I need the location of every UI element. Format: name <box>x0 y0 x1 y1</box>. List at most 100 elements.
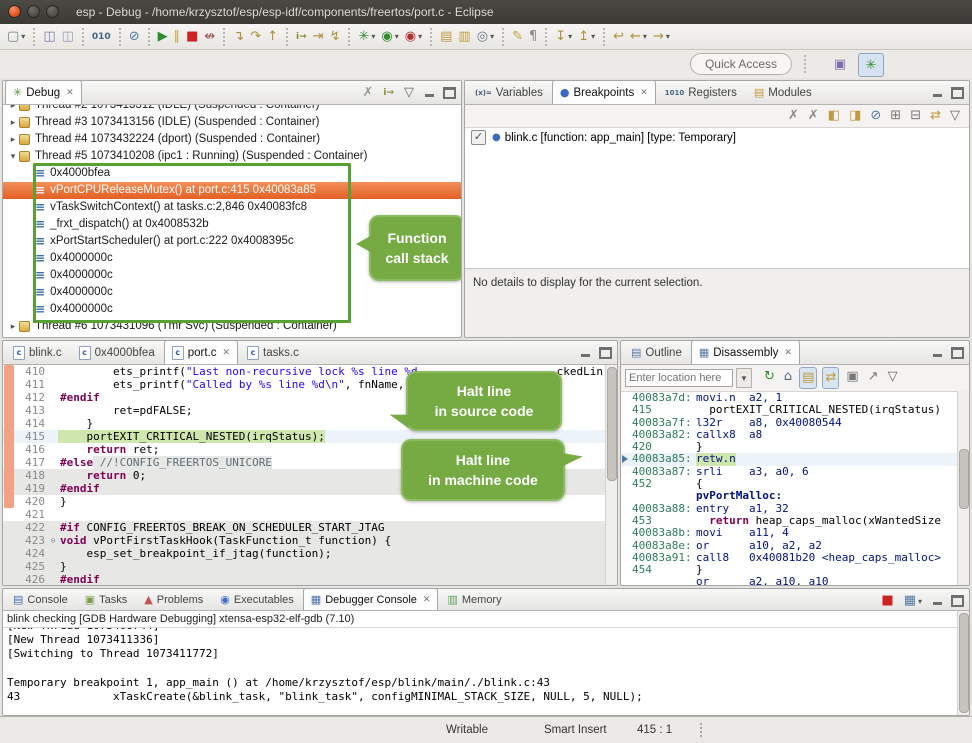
window-maximize-icon[interactable] <box>46 5 59 18</box>
stack-frame-row[interactable]: ≡0x4000bfea <box>3 165 461 182</box>
collapse-all-icon[interactable]: ⊟ <box>908 106 923 126</box>
collapsed-twistie-icon[interactable]: ▸ <box>7 131 19 148</box>
maximize-view-icon[interactable] <box>597 345 613 361</box>
dropdown-arrow-icon[interactable]: ▾ <box>591 32 595 41</box>
thread-row[interactable]: ▾Thread #5 1073410208 (ipc1 : Running) (… <box>3 148 461 165</box>
home-icon[interactable]: ⌂ <box>782 367 794 387</box>
line-number[interactable]: 421 <box>17 508 48 521</box>
scrollbar-thumb[interactable] <box>959 613 969 713</box>
line-number[interactable]: 419 <box>17 482 48 495</box>
disasm-line[interactable]: pvPortMalloc: <box>621 490 969 502</box>
terminate-console-icon[interactable]: ■ <box>879 591 895 611</box>
maximize-view-icon[interactable] <box>949 345 965 361</box>
view-menu-icon[interactable]: ▽ <box>948 106 962 126</box>
instruction-stepping-icon[interactable]: i→ <box>294 27 309 47</box>
disasm-line[interactable]: 40083a91:call8 0x40081b20 <heap_caps_mal… <box>621 552 969 564</box>
search-icon[interactable]: ◎▾ <box>475 27 496 47</box>
tab-blink-c[interactable]: cblink.c <box>5 340 70 364</box>
window-close-icon[interactable] <box>8 5 21 18</box>
disassembly-listing[interactable]: 40083a7d:movi.n a2, 1415 portEXIT_CRITIC… <box>621 392 969 586</box>
step-into-icon[interactable]: ↴ <box>231 27 246 47</box>
dropdown-arrow-icon[interactable]: ▾ <box>21 32 25 41</box>
thread-row[interactable]: ▸Thread #2 1073413312 (IDLE) (Suspended … <box>3 105 461 114</box>
drop-to-frame-icon[interactable]: ⇥ <box>311 27 326 47</box>
window-minimize-icon[interactable] <box>27 5 40 18</box>
tab-breakpoints[interactable]: ●Breakpoints✕ <box>552 80 656 104</box>
collapsed-twistie-icon[interactable]: ▸ <box>7 114 19 131</box>
tab-variables[interactable]: (x)=Variables <box>467 80 551 104</box>
console-scrollbar[interactable] <box>957 611 969 715</box>
close-tab-icon[interactable]: ✕ <box>223 347 231 358</box>
breakpoints-list[interactable]: ✓ ● blink.c [function: app_main] [type: … <box>465 128 969 268</box>
console-output[interactable]: [New Thread 1073468744][New Thread 10734… <box>3 628 969 716</box>
line-number[interactable]: 426 <box>17 573 48 586</box>
code-line[interactable]: 424 esp_set_breakpoint_if_jtag(function)… <box>3 547 617 560</box>
go-to-file-icon[interactable]: ◨ <box>847 106 863 126</box>
open-resource-icon[interactable]: ▥ <box>456 27 472 47</box>
tab-0x4000bfea[interactable]: c0x4000bfea <box>71 340 163 364</box>
disassembly-scrollbar[interactable] <box>957 391 969 585</box>
tab-outline[interactable]: ▤Outline <box>623 340 690 364</box>
previous-annotation-icon[interactable]: ↥▾ <box>576 27 597 47</box>
line-number[interactable]: 411 <box>17 378 48 391</box>
close-tab-icon[interactable]: ✕ <box>66 87 74 98</box>
tab-port-c[interactable]: cport.c✕ <box>164 340 238 364</box>
minimize-view-icon[interactable] <box>421 85 437 101</box>
forward-icon[interactable]: →▾ <box>651 27 672 47</box>
external-tools-icon[interactable]: ◉▾ <box>403 27 424 47</box>
tab-executables[interactable]: ◉Executables <box>212 588 302 610</box>
cpp-perspective-icon[interactable]: ▣ <box>828 53 852 75</box>
stack-frame-row[interactable]: ≡vTaskSwitchContext() at tasks.c:2,846 0… <box>3 199 461 216</box>
next-annotation-icon[interactable]: ↧▾ <box>553 27 574 47</box>
remove-all-breakpoints-icon[interactable]: ✗ <box>806 106 821 126</box>
mark-occurrences-icon[interactable]: ✎ <box>510 27 525 47</box>
minimize-view-icon[interactable] <box>929 85 945 101</box>
line-number[interactable]: 424 <box>17 547 48 560</box>
tab-debug[interactable]: ✳ Debug ✕ <box>5 80 82 104</box>
thread-row[interactable]: ▸Thread #4 1073432224 (dport) (Suspended… <box>3 131 461 148</box>
stack-frame-row[interactable]: ≡vPortCPUReleaseMutex() at port.c:415 0x… <box>3 182 461 199</box>
sync-with-active-context-icon[interactable]: ⇄ <box>822 367 839 389</box>
dropdown-arrow-icon[interactable]: ▾ <box>568 32 572 41</box>
open-element-icon[interactable]: ▤ <box>438 27 454 47</box>
expanded-twistie-icon[interactable]: ▾ <box>7 148 19 165</box>
minimize-view-icon[interactable] <box>929 345 945 361</box>
scrollbar-thumb[interactable] <box>959 449 969 509</box>
suspend-icon[interactable]: ∥ <box>172 27 183 47</box>
skip-all-breakpoints-icon[interactable]: ⊘ <box>127 27 142 47</box>
back-icon[interactable]: ←▾ <box>628 27 649 47</box>
collapsed-twistie-icon[interactable]: ▸ <box>7 318 19 335</box>
line-number[interactable]: 422 <box>17 521 48 534</box>
expand-all-icon[interactable]: ⊞ <box>888 106 903 126</box>
save-all-icon[interactable]: ◫ <box>60 27 76 47</box>
line-number[interactable]: 413 <box>17 404 48 417</box>
step-return-icon[interactable]: ↑ <box>265 27 280 47</box>
resume-icon[interactable]: ▶ <box>156 27 170 47</box>
terminate-icon[interactable]: ■ <box>184 27 200 47</box>
collapsed-twistie-icon[interactable]: ▸ <box>7 105 19 114</box>
minimize-view-icon[interactable] <box>929 593 945 609</box>
location-dropdown-icon[interactable]: ▼ <box>736 368 752 388</box>
line-number[interactable]: 420 <box>17 495 48 508</box>
code-line[interactable]: 426#endif <box>3 573 617 586</box>
thread-row[interactable]: ▸Thread #6 1073431096 (Tmr Svc) (Suspend… <box>3 318 461 335</box>
stack-frame-row[interactable]: ≡0x4000000c <box>3 301 461 318</box>
skip-all-breakpoints-icon[interactable]: ⊘ <box>868 106 883 126</box>
show-source-icon[interactable]: ▤ <box>799 367 817 389</box>
disconnect-icon[interactable]: ↮ <box>202 27 217 47</box>
refresh-icon[interactable]: ↻ <box>762 367 777 387</box>
tab-debugger-console[interactable]: ▦Debugger Console✕ <box>303 588 439 610</box>
tab-modules[interactable]: ▤Modules <box>746 80 820 104</box>
display-selected-console-icon[interactable]: ▦▾ <box>902 591 924 611</box>
run-icon[interactable]: ◉▾ <box>379 27 400 47</box>
build-binary-icon[interactable]: 010 <box>90 27 113 47</box>
dropdown-arrow-icon[interactable]: ▾ <box>666 32 670 41</box>
use-step-filters-icon[interactable]: ↯ <box>328 27 343 47</box>
code-line[interactable]: 421 <box>3 508 617 521</box>
disasm-line[interactable]: 40083a82:callx8 a8 <box>621 429 969 441</box>
thread-row[interactable]: ▸Thread #3 1073413156 (IDLE) (Suspended … <box>3 114 461 131</box>
line-number[interactable]: 412 <box>17 391 48 404</box>
disasm-line[interactable]: 452{ <box>621 478 969 490</box>
tab-problems[interactable]: ▲Problems <box>136 588 211 610</box>
dropdown-arrow-icon[interactable]: ▾ <box>490 32 494 41</box>
